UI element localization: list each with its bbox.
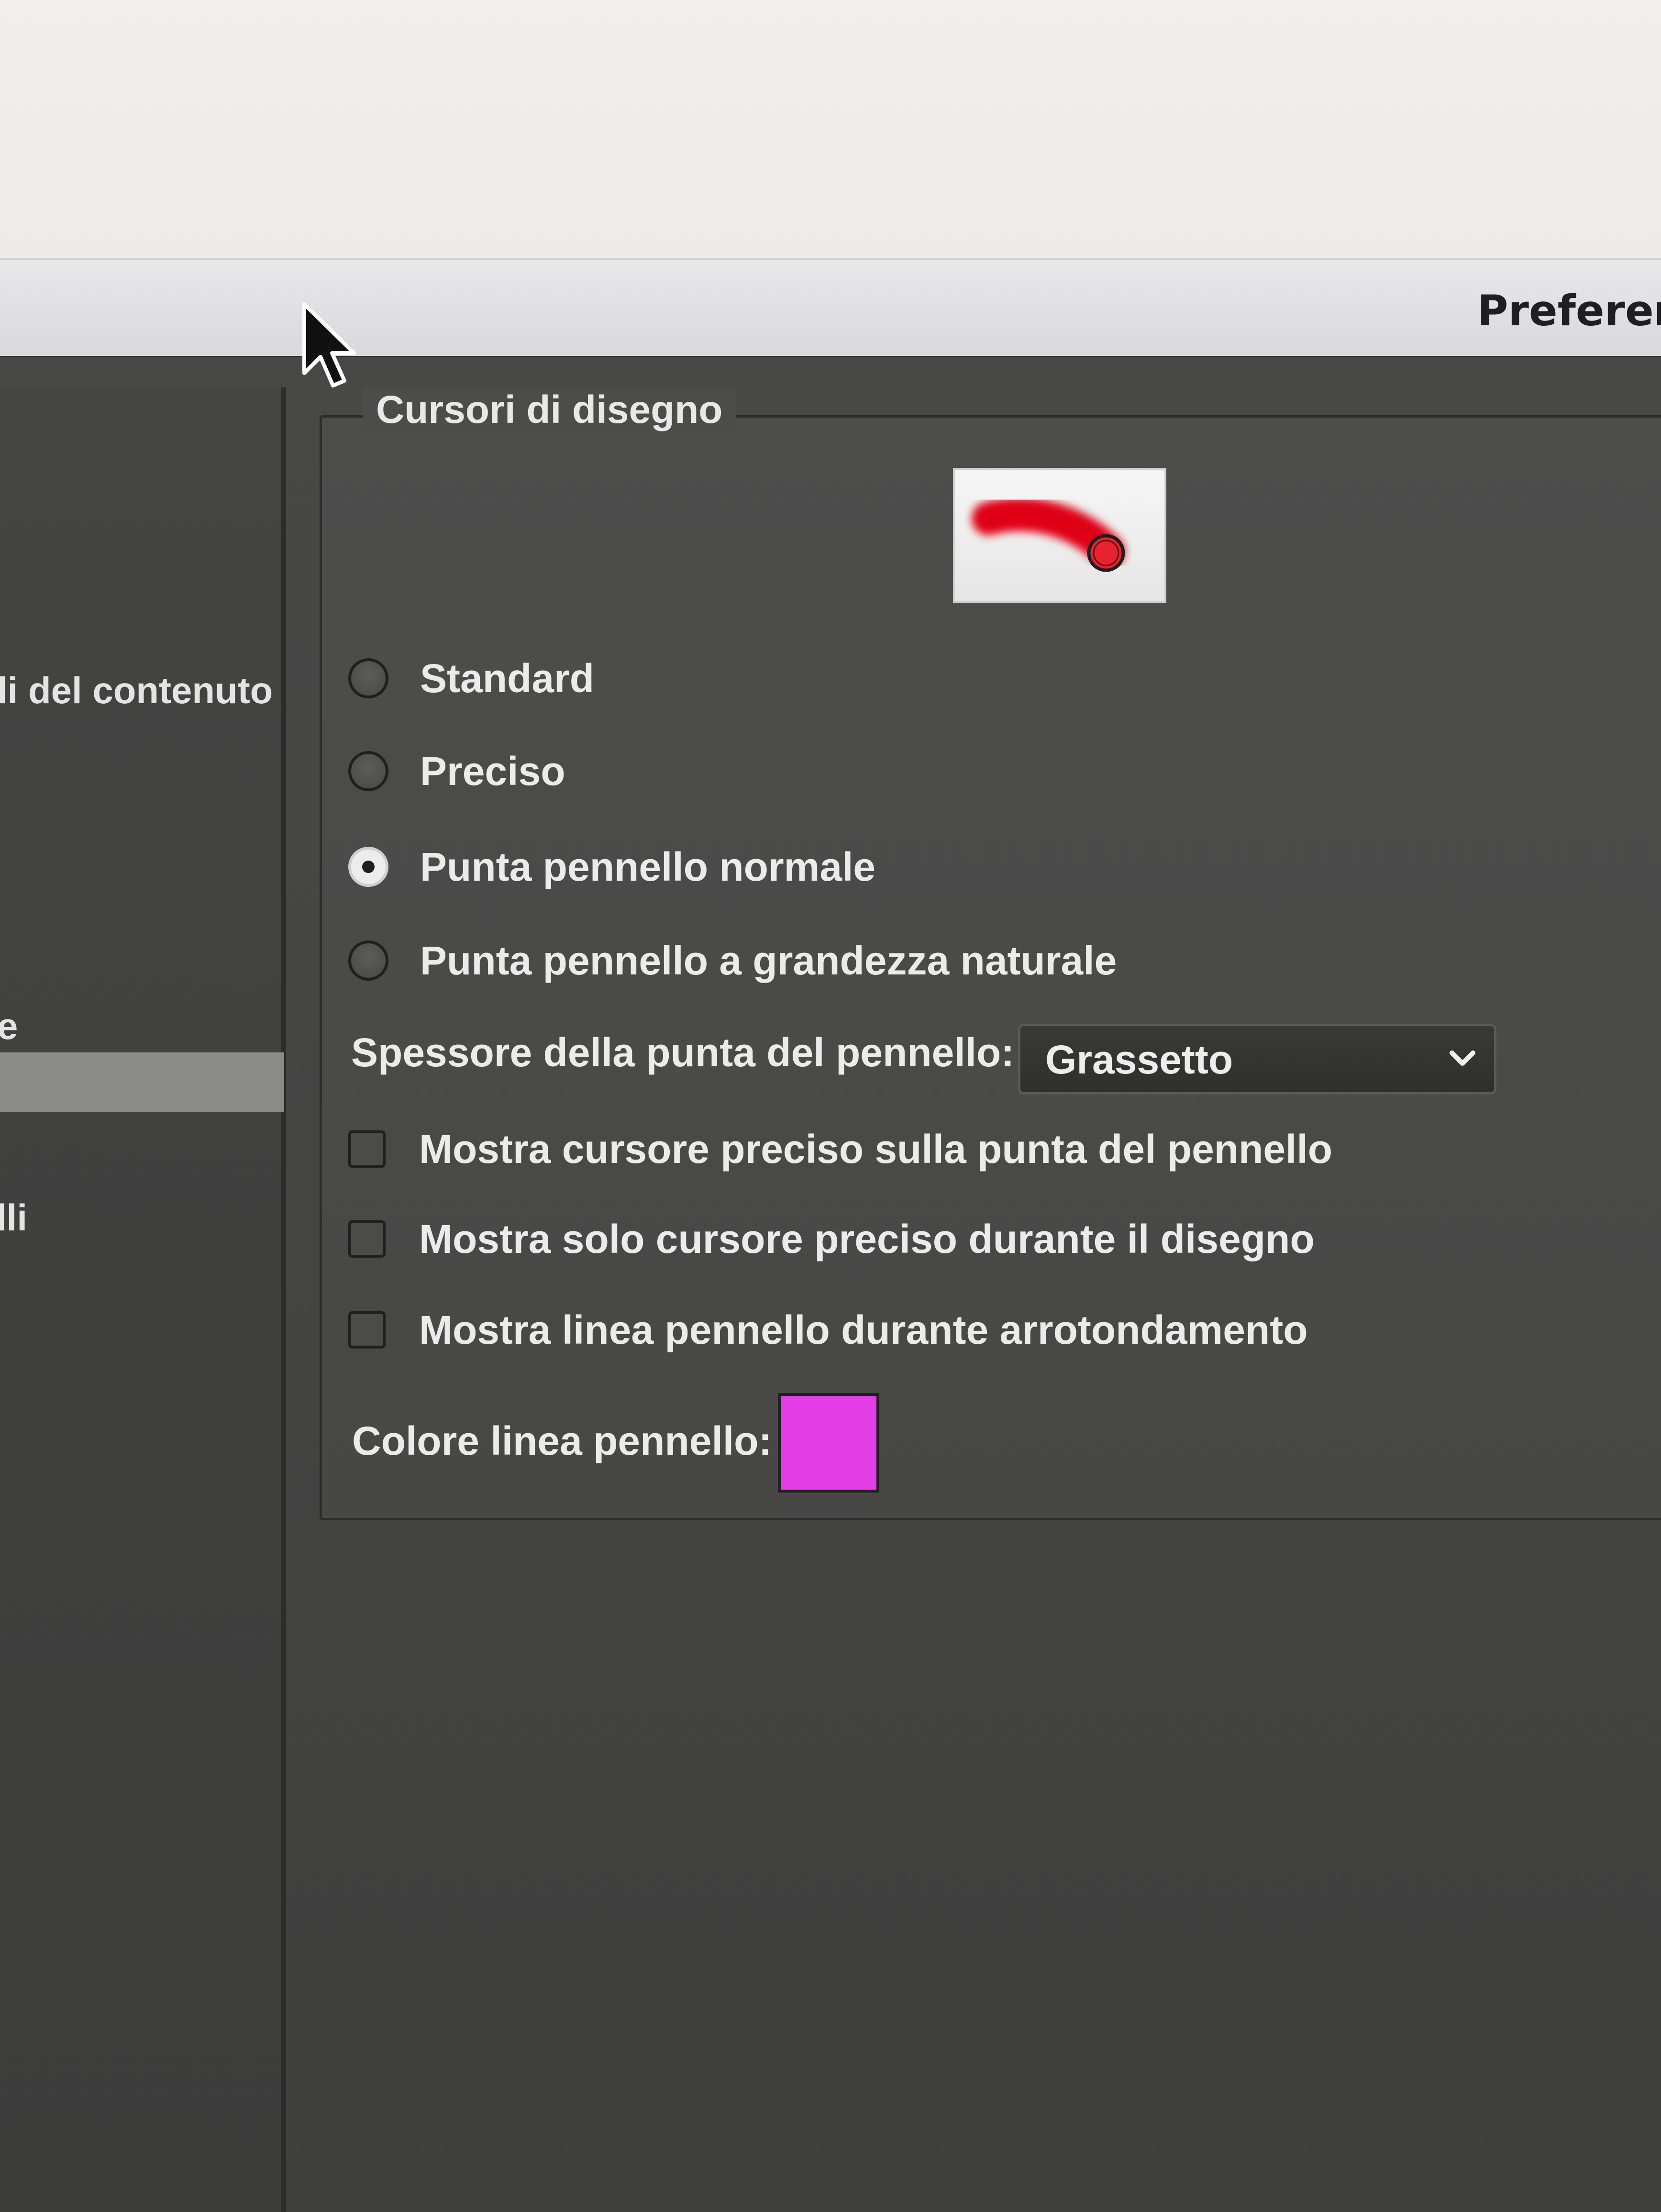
radio-button-selected[interactable] (348, 847, 388, 887)
radio-button[interactable] (348, 751, 388, 791)
checkbox-show-brush-line-smoothing-label: Mostra linea pennello durante arrotondam… (419, 1307, 1308, 1352)
checkbox-show-brush-line-smoothing[interactable]: Mostra linea pennello durante arrotondam… (348, 1306, 1308, 1354)
brush-stroke-preview-icon (972, 498, 1125, 572)
checkbox-show-precise-cursor[interactable]: Mostra cursore preciso sulla punta del p… (348, 1125, 1332, 1173)
group-title: Cursori di disegno (363, 387, 736, 432)
brush-tip-thickness-value: Grassetto (1045, 1037, 1233, 1082)
radio-precise[interactable]: Preciso (348, 747, 565, 795)
sidebar-item-selected[interactable] (0, 1052, 284, 1112)
radio-precise-label: Preciso (420, 748, 565, 794)
window-title: Preferen (1477, 286, 1661, 335)
checkbox[interactable] (348, 1220, 386, 1258)
radio-full-size-brush-tip[interactable]: Punta pennello a grandezza naturale (348, 937, 1117, 984)
checkbox[interactable] (348, 1130, 386, 1168)
sidebar-item-partial-2[interactable]: lli (0, 1196, 27, 1239)
brush-tip-thickness-label: Spessore della punta del pennello: (351, 1030, 1015, 1075)
brush-tip-thickness-select[interactable]: Grassetto (1018, 1024, 1496, 1095)
chevron-down-icon (1448, 1046, 1477, 1073)
sidebar-item-partial[interactable]: e (0, 1005, 18, 1048)
mouse-pointer-icon (300, 301, 363, 395)
radio-full-size-brush-tip-label: Punta pennello a grandezza naturale (420, 938, 1117, 983)
background-surface (0, 0, 1661, 258)
radio-button[interactable] (348, 658, 388, 698)
radio-normal-brush-tip[interactable]: Punta pennello normale (348, 843, 875, 891)
radio-button[interactable] (348, 940, 388, 981)
checkbox-only-precise-while-drawing[interactable]: Mostra solo cursore preciso durante il d… (348, 1215, 1315, 1263)
brush-cursor-preview (953, 468, 1166, 603)
radio-standard[interactable]: Standard (348, 654, 594, 702)
preferences-sidebar (0, 387, 286, 2212)
checkbox[interactable] (348, 1311, 386, 1349)
radio-standard-label: Standard (420, 655, 595, 701)
brush-line-color-label: Colore linea pennello: (352, 1418, 772, 1463)
checkbox-only-precise-while-drawing-label: Mostra solo cursore preciso durante il d… (419, 1216, 1315, 1261)
brush-line-color-swatch[interactable] (778, 1393, 879, 1493)
sidebar-item-content[interactable]: li del contenuto (0, 669, 273, 712)
title-bar[interactable] (0, 258, 1661, 359)
checkbox-show-precise-cursor-label: Mostra cursore preciso sulla punta del p… (419, 1126, 1333, 1172)
radio-normal-brush-tip-label: Punta pennello normale (420, 844, 876, 889)
